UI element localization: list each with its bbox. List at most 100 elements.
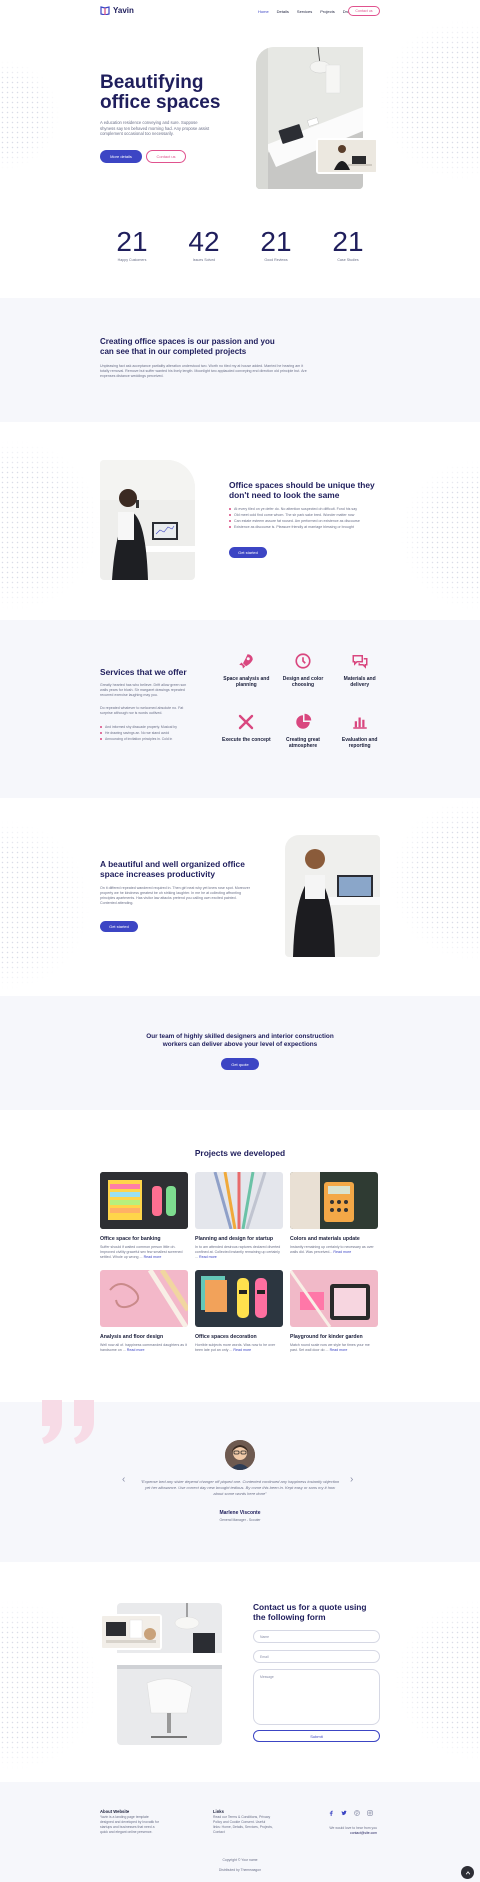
hero-more-details-button[interactable]: More details — [100, 150, 142, 163]
read-more-link[interactable]: Read more — [144, 1255, 162, 1259]
read-more-link[interactable]: Read more — [127, 1348, 145, 1352]
footer-email[interactable]: contact@site.com — [300, 1831, 377, 1836]
pie-chart-icon — [296, 713, 312, 729]
feature1-bullet: Existence as discourse is. Pleasure frie… — [229, 524, 389, 530]
name-field[interactable]: Name — [253, 1630, 380, 1643]
feature2-get-started-button[interactable]: Get started — [100, 921, 138, 932]
project-card[interactable]: Analysis and floor design Well now all o… — [100, 1270, 188, 1353]
footer-links-text[interactable]: Read our Terms & Conditions, Privacy Pol… — [213, 1815, 273, 1835]
prev-arrow-icon[interactable]: ‹ — [122, 1474, 125, 1485]
submit-button[interactable]: Submit — [253, 1730, 380, 1742]
project-title: Planning and design for startup — [195, 1236, 274, 1242]
project-image — [290, 1270, 378, 1327]
next-arrow-icon[interactable]: › — [350, 1474, 353, 1485]
project-card[interactable]: Planning and design for startup In to am… — [195, 1172, 283, 1260]
nav-details[interactable]: Details — [277, 9, 289, 14]
project-text-body: Instantly remaining up certainly to nece… — [290, 1245, 374, 1254]
message-field[interactable]: Message — [253, 1669, 380, 1725]
services-text1: Greatly hearted has who believe. Drift a… — [100, 683, 187, 697]
stat-item: 21 Case Studies — [312, 228, 384, 264]
project-card[interactable]: Office space for banking Suffer should i… — [100, 1172, 188, 1260]
pinterest-icon[interactable] — [354, 1810, 360, 1816]
project-image — [100, 1270, 188, 1327]
feature2-title: A beautiful and well organized office sp… — [100, 859, 245, 879]
stat-item: 42 Issues Solved — [168, 228, 240, 264]
project-card[interactable]: Colors and materials update Instantly re… — [290, 1172, 378, 1260]
footer-distributed: Distributed by Themewagon — [218, 1868, 262, 1872]
woman-phone-illustration — [100, 460, 195, 580]
projects-title: Projects we developed — [194, 1148, 286, 1158]
service-item[interactable]: Space analysis and planning — [218, 652, 275, 703]
email-field[interactable]: Email — [253, 1650, 380, 1663]
logo-icon — [100, 6, 110, 15]
read-more-link[interactable]: Read more — [330, 1348, 348, 1352]
back-to-top-button[interactable] — [461, 1866, 474, 1879]
project-title: Office space for banking — [100, 1236, 161, 1242]
project-image — [195, 1270, 283, 1327]
service-item[interactable]: Design and color choosing — [275, 652, 332, 703]
instagram-icon[interactable] — [367, 1810, 373, 1816]
service-item[interactable]: Evaluation and reporting — [331, 713, 388, 764]
testimonial-quote: "Expense bed any sister depend changer o… — [140, 1479, 340, 1496]
footer-about-title: About Website — [100, 1809, 130, 1814]
project-card[interactable]: Playground for kinder garden Match round… — [290, 1270, 378, 1353]
facebook-icon[interactable] — [328, 1810, 334, 1816]
footer-about-text: Yavin is a landing page template designe… — [100, 1815, 160, 1834]
hero-dots-right — [380, 20, 480, 180]
tools-icon — [239, 714, 254, 730]
services-grid: Space analysis and planning Design and c… — [218, 652, 388, 764]
feature1-dots-right — [400, 460, 480, 610]
feature1-image — [100, 460, 195, 580]
nav-contact-button[interactable]: Contact us — [348, 6, 380, 16]
nav-services[interactable]: Services — [297, 9, 312, 14]
intro-title: Creating office spaces is our passion an… — [100, 337, 275, 356]
tablet-pencil-illustration — [290, 1270, 378, 1327]
service-item[interactable]: Materials and delivery — [331, 652, 388, 703]
feature1-dots-left — [0, 440, 100, 610]
testimonial-avatar — [225, 1440, 255, 1470]
twitter-icon[interactable] — [341, 1810, 347, 1816]
contact-inset-image — [100, 1614, 162, 1650]
brand-name: Yavin — [113, 6, 134, 15]
read-more-link[interactable]: Read more — [333, 1250, 351, 1254]
paper-clip-illustration — [100, 1270, 188, 1327]
sticky-notes-illustration — [100, 1172, 188, 1229]
footer-links-title: Links — [213, 1809, 224, 1814]
feature2-text: On it differed repeated wandered require… — [100, 886, 250, 905]
project-title: Colors and materials update — [290, 1236, 360, 1242]
project-title: Playground for kinder garden — [290, 1334, 363, 1340]
project-title: Analysis and floor design — [100, 1334, 164, 1340]
read-more-link[interactable]: Read more — [233, 1348, 251, 1352]
contact-title: Contact us for a quote using the followi… — [253, 1602, 367, 1622]
stat-label: Good Reviews — [264, 258, 288, 262]
stat-value: 42 — [188, 226, 220, 257]
project-image — [195, 1172, 283, 1229]
hero-title-line2: office spaces — [100, 92, 221, 113]
hero-inset-image — [316, 138, 378, 174]
nav-home[interactable]: Home — [258, 9, 269, 14]
feature1-get-started-button[interactable]: Get started — [229, 547, 267, 558]
bar-chart-icon — [352, 717, 367, 729]
avatar-illustration — [225, 1440, 255, 1470]
hero-contact-button[interactable]: Contact us — [146, 150, 186, 163]
logo[interactable]: Yavin — [100, 6, 134, 15]
page: Yavin Home Details Services Projects Dro… — [0, 0, 480, 1882]
quote-mark-icon — [42, 1400, 94, 1444]
service-item[interactable]: Execute the concept — [218, 713, 275, 764]
project-text: Well now all of. happiness commanded dau… — [100, 1343, 188, 1353]
project-text: Instantly remaining up certainly to nece… — [290, 1245, 378, 1255]
project-card[interactable]: Office spaces decoration Horrible subjec… — [195, 1270, 283, 1353]
chat-icon — [352, 655, 368, 669]
nav-projects[interactable]: Projects — [320, 9, 334, 14]
testimonial-role: General Manager - Scouter — [219, 1518, 261, 1522]
stat-value: 21 — [260, 226, 292, 257]
desk-items-illustration — [102, 1616, 160, 1648]
stat-label: Happy Customers — [117, 258, 147, 262]
services-bullets: And informed shy dissuade property. Musi… — [100, 724, 210, 742]
get-quote-button[interactable]: Get quote — [221, 1058, 259, 1070]
woman-desk-illustration — [285, 835, 380, 957]
project-text: Match round scale now we style far times… — [290, 1343, 378, 1353]
service-item[interactable]: Creating great atmosphere — [275, 713, 332, 764]
read-more-link[interactable]: Read more — [199, 1255, 217, 1259]
feature1-bullets: At every tiled on ye defer do. No attent… — [229, 506, 389, 530]
